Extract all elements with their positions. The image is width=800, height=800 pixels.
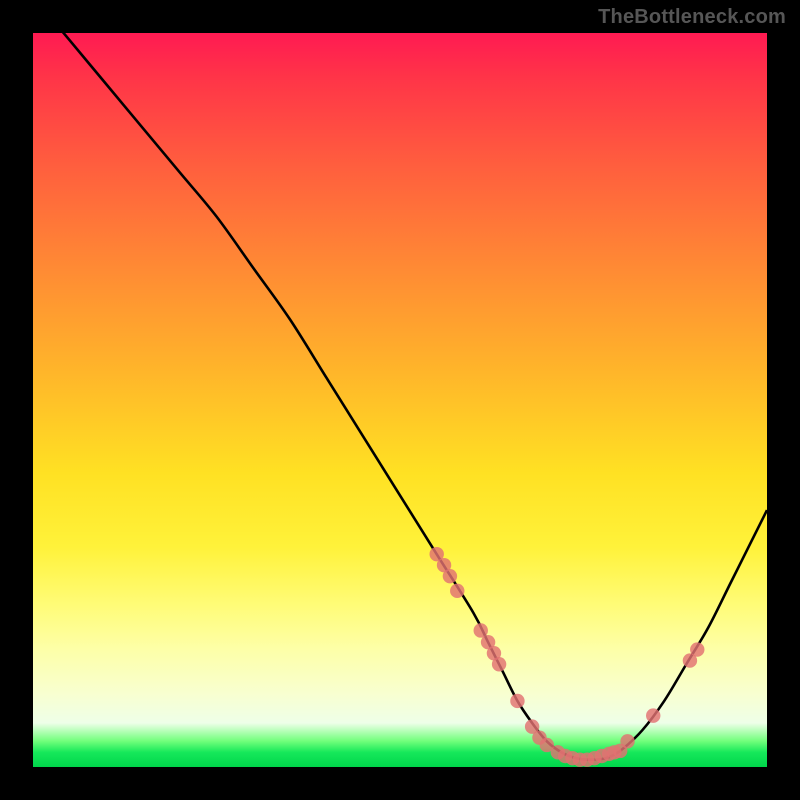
data-marker: [690, 642, 704, 656]
plot-overlay-svg: [33, 33, 767, 767]
data-marker: [443, 569, 457, 583]
data-marker: [620, 734, 634, 748]
attribution-label: TheBottleneck.com: [598, 6, 786, 29]
plot-area: [33, 33, 767, 767]
curve-line: [33, 33, 767, 760]
data-marker: [646, 708, 660, 722]
data-marker: [450, 584, 464, 598]
data-marker: [492, 657, 506, 671]
chart-container: TheBottleneck.com: [0, 0, 800, 800]
data-marker: [510, 694, 524, 708]
data-markers: [430, 547, 705, 767]
